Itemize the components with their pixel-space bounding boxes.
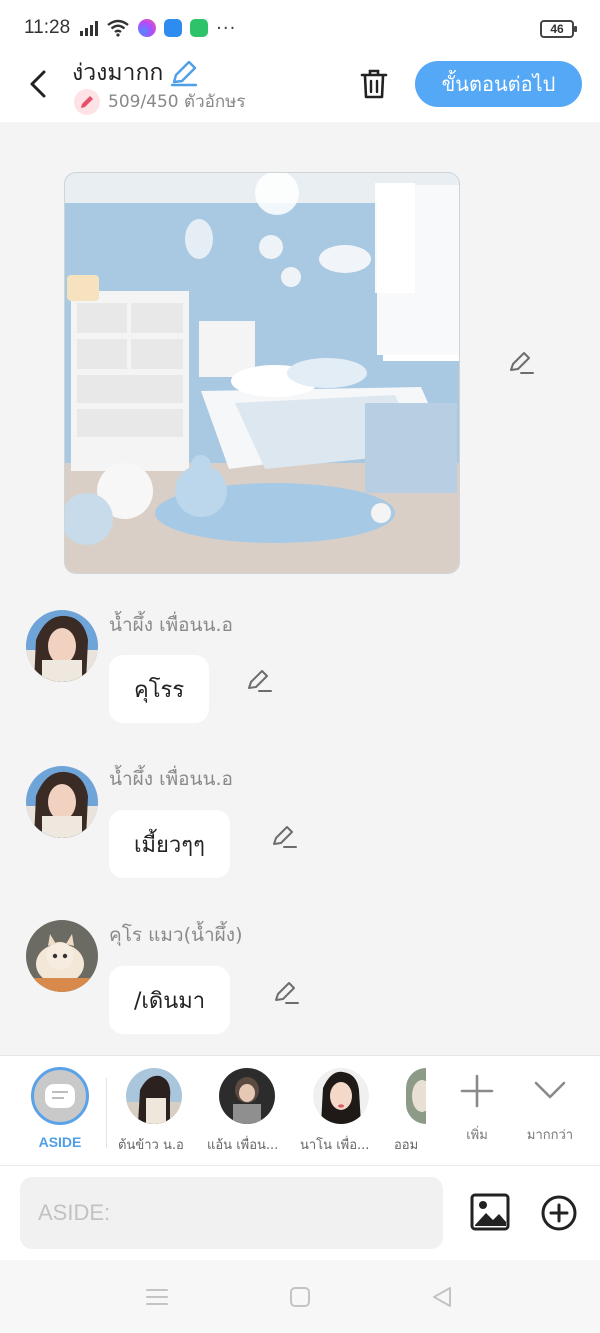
message-bubble[interactable]: คุโรร (109, 655, 210, 723)
message-bubble-icon (45, 1084, 75, 1108)
plus-circle-icon (541, 1195, 577, 1231)
edit-message-icon[interactable] (272, 980, 300, 1006)
trash-icon (360, 69, 388, 99)
sender-name: น้ำผึ้ง เพื่อนน.อ (109, 614, 233, 636)
battery-icon: 46 (540, 20, 577, 38)
status-icons: ··· (80, 18, 236, 39)
sender-avatar (26, 766, 98, 838)
character-avatar[interactable] (406, 1068, 426, 1124)
sender-avatar (26, 920, 98, 992)
sender-name: น้ำผึ้ง เพื่อนน.อ (109, 768, 233, 790)
app-icon (164, 19, 183, 37)
image-icon (470, 1193, 510, 1231)
status-bar: 11:28 ··· 46 (0, 0, 600, 56)
add-character-button[interactable]: เพิ่ม (458, 1070, 496, 1143)
back-arrow-icon (30, 70, 46, 98)
pencil-badge-icon (74, 88, 100, 115)
message-bubble[interactable]: เมี้ยวๆๆ (109, 810, 230, 878)
character-name: นาโน เพื่อ... (300, 1138, 370, 1153)
wifi-icon (107, 19, 129, 37)
character-name: ออม (394, 1138, 419, 1153)
menu-icon[interactable] (144, 1284, 170, 1310)
signal-icon (80, 20, 99, 36)
insert-image-button[interactable] (469, 1192, 511, 1232)
messenger-icon (138, 19, 157, 37)
more-label: มากกว่า (526, 1128, 574, 1143)
character-avatar[interactable] (313, 1068, 369, 1124)
line-app-icon (190, 19, 209, 37)
home-icon[interactable] (287, 1284, 313, 1310)
delete-button[interactable] (356, 64, 392, 104)
edit-message-icon[interactable] (270, 824, 298, 850)
more-options-button[interactable] (540, 1194, 578, 1232)
aside-label: ASIDE (38, 1134, 82, 1150)
char-count-row: 509/450 ตัวอักษร (74, 88, 245, 115)
more-notifications-icon: ··· (216, 17, 237, 39)
back-triangle-icon[interactable] (429, 1284, 455, 1310)
title-row: ง่วงมากก (72, 56, 199, 90)
edit-title-icon[interactable] (169, 59, 199, 87)
sender-name: คุโร แมว(น้ำผึ้ง) (109, 924, 243, 946)
character-avatar[interactable] (126, 1068, 182, 1124)
status-time: 11:28 (24, 17, 71, 38)
edit-message-icon[interactable] (245, 668, 273, 694)
plus-icon (460, 1074, 494, 1108)
story-image[interactable] (64, 172, 460, 574)
message-input[interactable] (20, 1177, 443, 1249)
chat-content[interactable]: น้ำผึ้ง เพื่อนน.อ คุโรร น้ำผึ้ง เพื่อนน.… (0, 122, 600, 1055)
input-bar (0, 1165, 600, 1260)
character-bar: ASIDE ต้นข้าว น.อ แอ้น เพื่อน... นาโน เพ… (0, 1055, 600, 1165)
chevron-down-icon (534, 1081, 566, 1099)
next-step-button[interactable]: ขั้นตอนต่อไป (415, 61, 582, 107)
divider (106, 1078, 107, 1148)
battery-level: 46 (550, 22, 564, 36)
system-nav-bar (0, 1260, 600, 1333)
char-count: 509/450 ตัวอักษร (108, 92, 246, 112)
character-avatar[interactable] (219, 1068, 275, 1124)
edit-image-icon[interactable] (507, 350, 535, 376)
message-bubble[interactable]: /เดินมา (109, 966, 231, 1034)
aside-selector[interactable] (31, 1067, 89, 1125)
back-button[interactable] (22, 64, 54, 104)
story-title: ง่วงมากก (72, 60, 164, 86)
character-name: ต้นข้าว น.อ (118, 1138, 184, 1153)
header: ง่วงมากก 509/450 ตัวอักษร ขั้นตอนต่อไป (0, 56, 600, 122)
character-name: แอ้น เพื่อน... (207, 1138, 279, 1153)
add-label: เพิ่ม (466, 1128, 488, 1143)
sender-avatar (26, 610, 98, 682)
more-characters-button[interactable]: มากกว่า (520, 1070, 580, 1143)
